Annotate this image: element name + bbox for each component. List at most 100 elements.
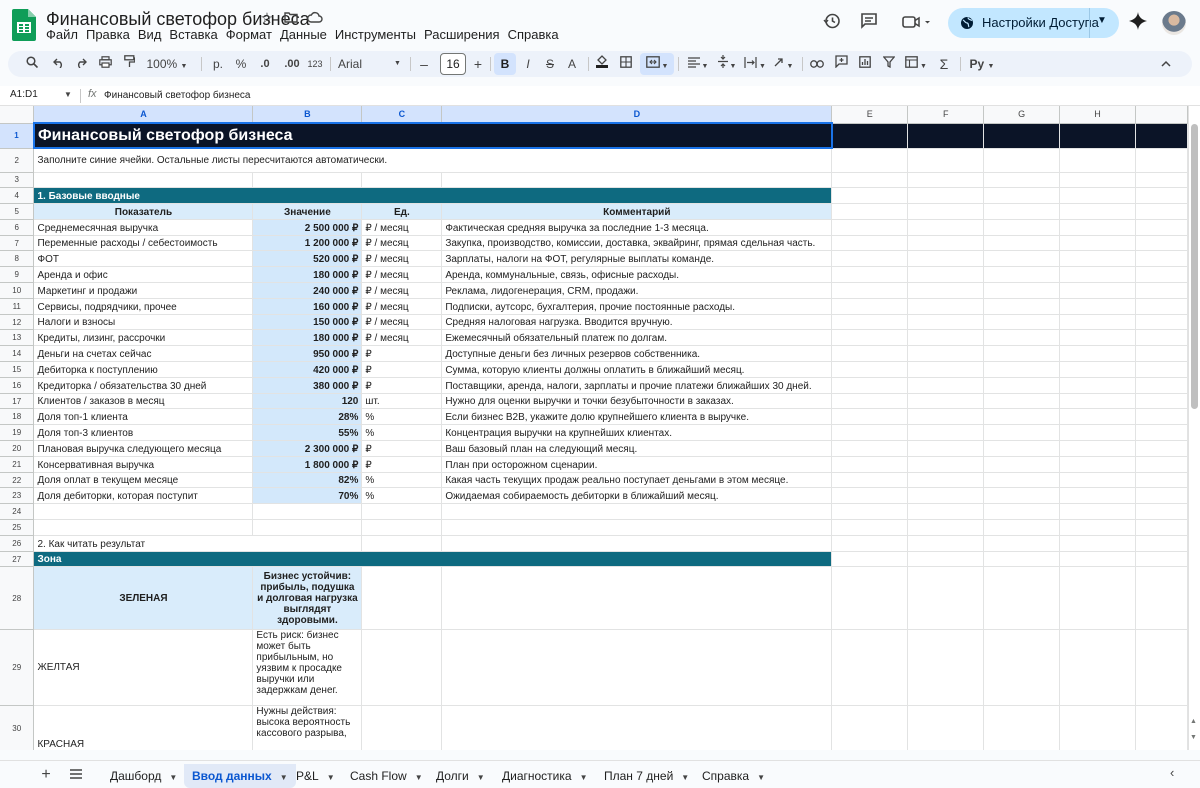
unit-cell[interactable]: ₽ (361, 345, 443, 363)
sheet-tab-menu-icon[interactable]: ▼ (415, 773, 423, 782)
cell[interactable] (1059, 519, 1136, 536)
strikethrough-button[interactable]: S (540, 51, 560, 77)
comment-cell[interactable]: Концентрация выручки на крупнейших клиен… (441, 424, 833, 442)
cell[interactable] (1135, 219, 1188, 236)
cell[interactable] (1059, 219, 1136, 236)
cell[interactable] (983, 203, 1061, 220)
scroll-up-icon[interactable]: ▲ (1190, 718, 1197, 725)
cell[interactable] (831, 487, 909, 505)
row-header[interactable]: 23 (0, 487, 35, 505)
cell[interactable] (831, 235, 909, 252)
row-header[interactable]: 26 (0, 535, 35, 552)
cell[interactable] (983, 329, 1061, 347)
percent-format-button[interactable]: % (234, 51, 248, 77)
cell[interactable] (441, 566, 833, 631)
cell[interactable] (441, 172, 833, 189)
cell[interactable] (1059, 298, 1136, 315)
comment-cell[interactable]: Ежемесячный обязательный платеж по долга… (441, 329, 833, 347)
cell[interactable] (1135, 566, 1188, 631)
cell[interactable] (983, 705, 1061, 750)
cell[interactable] (983, 424, 1061, 442)
row-header-1[interactable]: 1 (0, 123, 35, 149)
cell[interactable] (907, 519, 985, 536)
row-header-5[interactable]: 5 (0, 203, 35, 220)
cell[interactable] (907, 235, 985, 252)
value-input-cell[interactable]: 950 000 ₽ (252, 345, 363, 363)
cell[interactable] (983, 456, 1061, 473)
cell[interactable] (361, 566, 443, 631)
cell[interactable] (252, 172, 363, 189)
cell[interactable] (907, 424, 985, 442)
sheet-tab[interactable]: P&L ▼ (288, 764, 343, 788)
cell[interactable] (907, 123, 985, 149)
indicator-cell[interactable]: Деньги на счетах сейчас (33, 345, 254, 363)
cell[interactable] (907, 266, 985, 284)
vertical-align-icon[interactable]: ▼ (714, 51, 740, 77)
unit-cell[interactable]: % (361, 472, 443, 489)
cell[interactable] (1059, 424, 1136, 442)
value-input-cell[interactable]: 150 000 ₽ (252, 314, 363, 331)
menu-data[interactable]: Данные (280, 27, 335, 43)
functions-icon[interactable]: Σ (936, 51, 952, 77)
cell[interactable] (831, 203, 909, 220)
cell[interactable] (1135, 487, 1188, 505)
cell[interactable] (907, 705, 985, 750)
row-header[interactable]: 15 (0, 361, 35, 378)
value-input-cell[interactable]: 240 000 ₽ (252, 282, 363, 299)
increase-font-size-button[interactable]: + (470, 51, 486, 77)
formula-input[interactable]: Финансовый светофор бизнеса (104, 90, 250, 101)
cell[interactable] (1135, 408, 1188, 426)
indicator-cell[interactable]: Дебиторка к поступлению (33, 361, 254, 378)
unit-cell[interactable]: ₽ / месяц (361, 266, 443, 284)
comment-cell[interactable]: Поставщики, аренда, налоги, зарплаты и п… (441, 377, 833, 394)
comment-cell[interactable]: Сумма, которую клиенты должны оплатить в… (441, 361, 833, 378)
cell[interactable] (831, 250, 909, 268)
menu-insert[interactable]: Вставка (169, 27, 225, 43)
cell[interactable] (983, 487, 1061, 505)
cell[interactable] (1135, 440, 1188, 457)
fill-color-icon[interactable] (592, 51, 612, 77)
value-input-cell[interactable]: 520 000 ₽ (252, 250, 363, 268)
cell[interactable] (983, 519, 1061, 536)
cell[interactable] (1135, 123, 1188, 149)
unit-cell[interactable]: ₽ / месяц (361, 282, 443, 299)
cell[interactable] (1135, 298, 1188, 315)
row-header[interactable]: 20 (0, 440, 35, 457)
comment-cell[interactable]: План при осторожном сценарии. (441, 456, 833, 473)
bold-button[interactable]: B (494, 53, 516, 75)
cell[interactable] (252, 519, 363, 536)
cell[interactable] (1059, 235, 1136, 252)
cell[interactable] (907, 187, 985, 205)
cell[interactable] (1135, 314, 1188, 331)
indicator-cell[interactable]: Налоги и взносы (33, 314, 254, 331)
indicator-cell[interactable]: Кредиторка / обязательства 30 дней (33, 377, 254, 394)
value-input-cell[interactable]: 380 000 ₽ (252, 377, 363, 394)
value-input-cell[interactable]: 420 000 ₽ (252, 361, 363, 378)
text-rotation-icon[interactable]: ▼ (770, 51, 796, 77)
cell[interactable] (1059, 503, 1136, 521)
horizontal-align-icon[interactable]: ▼ (684, 51, 712, 77)
cell[interactable] (907, 148, 985, 173)
cell[interactable] (1135, 503, 1188, 521)
row-header-2[interactable]: 2 (0, 148, 35, 173)
cell[interactable] (983, 629, 1061, 707)
redo-icon[interactable] (72, 51, 90, 77)
cell[interactable] (1059, 203, 1136, 220)
sheet-tab[interactable]: Диагностика ▼ (494, 764, 596, 788)
cell[interactable] (831, 123, 909, 149)
cell[interactable] (983, 219, 1061, 236)
header-cell-comment[interactable]: Комментарий (441, 203, 833, 220)
cell[interactable] (983, 123, 1061, 149)
indicator-cell[interactable]: Аренда и офис (33, 266, 254, 284)
text-wrap-icon[interactable]: ▼ (742, 51, 768, 77)
cell[interactable] (1059, 629, 1136, 707)
cell[interactable] (831, 361, 909, 378)
cell[interactable] (907, 551, 985, 568)
paint-format-icon[interactable] (120, 51, 138, 77)
row-header[interactable]: 19 (0, 424, 35, 442)
cell[interactable] (907, 393, 985, 410)
cell[interactable] (1135, 629, 1188, 707)
input-tools-icon[interactable]: Py ▼ (966, 51, 998, 77)
value-input-cell[interactable]: 1 800 000 ₽ (252, 456, 363, 473)
cell[interactable] (907, 472, 985, 489)
